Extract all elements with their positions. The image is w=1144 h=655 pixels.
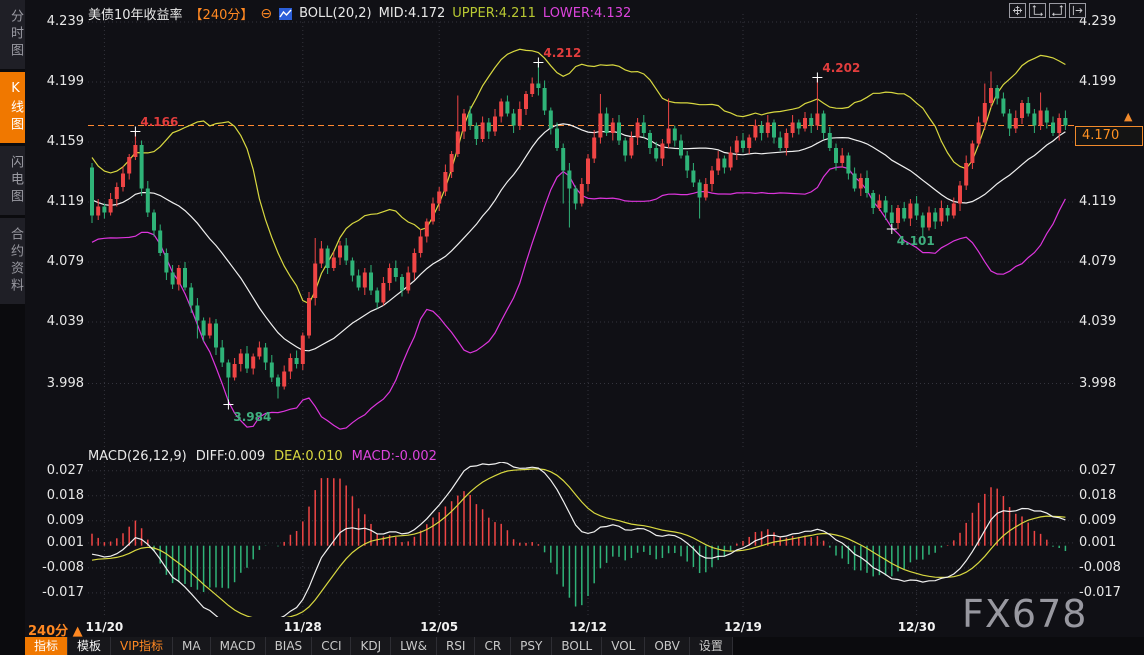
indicator-toolbar: 指标模板VIP指标MAMACDBIASCCIKDJLW&RSICRPSYBOLL… xyxy=(25,637,1144,655)
indicator-button-VIP指标[interactable]: VIP指标 xyxy=(111,637,173,655)
macd-tick-right: 0.018 xyxy=(1079,488,1116,504)
price-tick-left: 4.199 xyxy=(30,74,84,90)
price-tick-left: 3.998 xyxy=(30,376,84,392)
x-axis-date-12-30: 12/30 xyxy=(898,620,936,634)
price-tick-right: 4.079 xyxy=(1079,254,1116,270)
price-tick-right: 3.998 xyxy=(1079,376,1116,392)
trading-app-window: 分时图 K线图闪电图合约资料 美债10年收益率 【240分】 ⊖ BOLL(20,… xyxy=(0,0,1144,655)
period-badge[interactable]: 【240分】 xyxy=(190,4,254,23)
sidebar-tab-合约资料[interactable]: 合约资料 xyxy=(0,218,25,304)
indicator-button-设置[interactable]: 设置 xyxy=(690,637,733,655)
x-axis-scale-icon[interactable] xyxy=(1049,3,1066,18)
indicator-button-指标[interactable]: 指标 xyxy=(25,637,68,655)
macd-tick-right: -0.017 xyxy=(1079,585,1121,601)
macd-tick-right: 0.027 xyxy=(1079,463,1116,479)
price-tick-right: 4.039 xyxy=(1079,314,1116,330)
indicator-button-模板[interactable]: 模板 xyxy=(68,637,111,655)
price-annotation-3.984: 3.984 xyxy=(233,410,271,424)
price-annotation-4.166: 4.166 xyxy=(140,115,178,129)
indicator-button-RSI[interactable]: RSI xyxy=(437,637,476,655)
chart-header: 美债10年收益率 【240分】 ⊖ BOLL(20,2) MID:4.172 U… xyxy=(88,4,631,23)
macd-tick-right: -0.008 xyxy=(1079,560,1121,576)
indicator-button-VOL[interactable]: VOL xyxy=(602,637,645,655)
price-tick-right: 4.119 xyxy=(1079,194,1116,210)
chart-type-sidebar: 分时图 K线图闪电图合约资料 xyxy=(0,0,25,655)
macd-tick-left: 0.009 xyxy=(30,513,84,529)
macd-dea-value: DEA:0.010 xyxy=(274,449,343,464)
indicator-button-MACD[interactable]: MACD xyxy=(211,637,266,655)
pan-move-icon[interactable] xyxy=(1009,3,1026,18)
boll-lower-value: LOWER:4.132 xyxy=(543,6,631,21)
indicator-button-MA[interactable]: MA xyxy=(173,637,211,655)
macd-tick-right: 0.001 xyxy=(1079,535,1116,551)
indicator-button-BIAS[interactable]: BIAS xyxy=(266,637,313,655)
chart-tools xyxy=(1009,3,1086,18)
x-axis-date-11-20: 11/20 xyxy=(86,620,124,634)
boll-indicator-label: BOLL(20,2) xyxy=(299,6,372,21)
shift-right-icon[interactable] xyxy=(1069,3,1086,18)
boll-mid-value: MID:4.172 xyxy=(379,6,446,21)
price-tick-left: 4.119 xyxy=(30,194,84,210)
macd-header: MACD(26,12,9) DIFF:0.009 DEA:0.010 MACD:… xyxy=(88,449,437,464)
price-tick-left: 4.039 xyxy=(30,314,84,330)
indicator-button-CCI[interactable]: CCI xyxy=(312,637,351,655)
indicator-button-LW&[interactable]: LW& xyxy=(391,637,437,655)
macd-tick-left: 0.001 xyxy=(30,535,84,551)
boll-upper-value: UPPER:4.211 xyxy=(452,6,536,21)
macd-indicator-label: MACD(26,12,9) xyxy=(88,449,187,464)
y-axis-scale-icon[interactable] xyxy=(1029,3,1046,18)
x-axis-date-11-28: 11/28 xyxy=(284,620,322,634)
collapse-indicator-icon[interactable]: ⊖ xyxy=(260,6,272,22)
price-tick-right: 4.199 xyxy=(1079,74,1116,90)
x-axis-date-12-19: 12/19 xyxy=(724,620,762,634)
macd-tick-left: -0.008 xyxy=(30,560,84,576)
sidebar-tab-分时图[interactable]: 分时图 xyxy=(0,0,25,69)
macd-tick-left: 0.018 xyxy=(30,488,84,504)
price-up-arrow-icon: ▲ xyxy=(1124,110,1132,123)
x-axis-date-12-05: 12/05 xyxy=(420,620,458,634)
price-tick-left: 4.079 xyxy=(30,254,84,270)
indicator-button-PSY[interactable]: PSY xyxy=(511,637,552,655)
price-tick-left: 4.239 xyxy=(30,14,84,30)
watermark: FX678 xyxy=(962,592,1087,636)
sidebar-tab-K线图[interactable]: K线图 xyxy=(0,72,25,143)
macd-tick-left: 0.027 xyxy=(30,463,84,479)
chart-canvas[interactable] xyxy=(0,0,1144,655)
x-axis-date-12-12: 12/12 xyxy=(569,620,607,634)
indicator-button-BOLL[interactable]: BOLL xyxy=(552,637,602,655)
macd-tick-left: -0.017 xyxy=(30,585,84,601)
price-annotation-4.202: 4.202 xyxy=(822,61,860,75)
price-annotation-4.212: 4.212 xyxy=(543,46,581,60)
indicator-button-OBV[interactable]: OBV xyxy=(645,637,690,655)
line-chart-icon xyxy=(279,8,292,20)
indicator-button-CR[interactable]: CR xyxy=(475,637,511,655)
indicator-button-KDJ[interactable]: KDJ xyxy=(351,637,391,655)
instrument-title: 美债10年收益率 xyxy=(88,4,183,23)
last-price-tag: 4.170 xyxy=(1075,126,1143,146)
price-tick-left: 4.159 xyxy=(30,134,84,150)
macd-tick-right: 0.009 xyxy=(1079,513,1116,529)
price-annotation-4.101: 4.101 xyxy=(897,234,935,248)
macd-hist-value: MACD:-0.002 xyxy=(352,449,437,464)
macd-diff-value: DIFF:0.009 xyxy=(196,449,265,464)
sidebar-tab-闪电图[interactable]: 闪电图 xyxy=(0,146,25,215)
